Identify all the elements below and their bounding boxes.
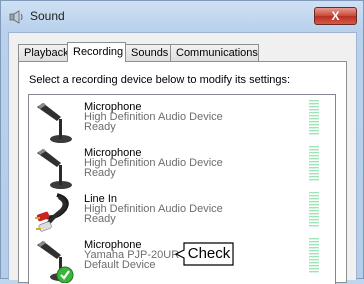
device-status: Ready [84,167,116,179]
line-in-cable-icon [35,193,69,232]
microphone-icon [37,149,72,189]
level-meter [309,100,319,136]
speaker-icon [9,10,23,24]
level-meter [309,146,319,182]
microphone-default-icon [37,241,74,283]
instruction-text: Select a recording device below to modif… [29,74,291,86]
device-status: Ready [84,213,116,225]
device-status: Ready [84,121,116,133]
list-item[interactable]: Line In High Definition Audio Device Rea… [29,191,335,237]
window-title: Sound [30,9,65,23]
title-bar[interactable]: Sound X [1,1,363,31]
close-button[interactable]: X [314,7,357,25]
tab-communications[interactable]: Communications [170,44,259,61]
tab-sounds[interactable]: Sounds [125,44,171,61]
check-callout: Check [175,242,234,266]
tab-recording[interactable]: Recording [67,42,126,62]
callout-text: Check [187,245,231,262]
device-status: Default Device [84,259,156,271]
sound-dialog: Sound X Playback Recording Sounds Commun… [0,0,364,284]
tab-playback[interactable]: Playback [18,44,69,61]
list-item[interactable]: Microphone High Definition Audio Device … [29,99,335,145]
list-item[interactable]: Microphone High Definition Audio Device … [29,145,335,191]
level-meter [309,238,319,274]
microphone-icon [37,103,72,143]
level-meter [309,192,319,228]
